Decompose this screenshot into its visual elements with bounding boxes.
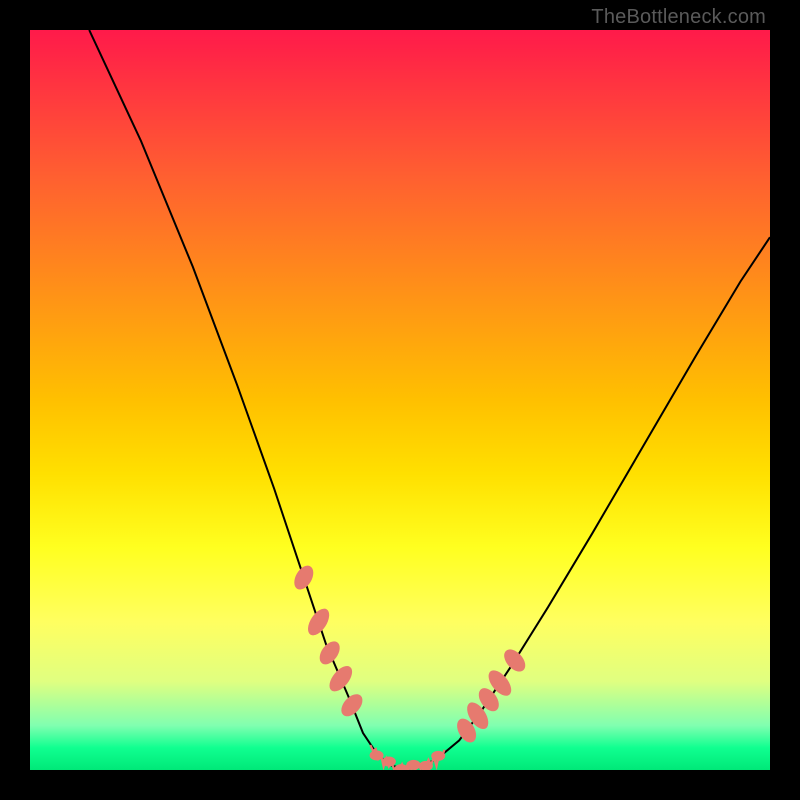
marker-dot <box>407 760 421 770</box>
marker-cluster-right <box>453 645 529 745</box>
marker-dot <box>290 562 317 593</box>
chart-frame <box>30 30 770 770</box>
marker-cluster-left <box>290 562 366 720</box>
marker-dot <box>316 638 344 668</box>
marker-dot <box>325 662 356 695</box>
curve-path <box>89 30 770 768</box>
valley-rough-stroke <box>370 745 446 770</box>
marker-dot <box>382 757 396 767</box>
watermark-text: TheBottleneck.com <box>591 6 766 29</box>
marker-dot <box>370 750 384 760</box>
marker-dot <box>337 690 366 720</box>
chart-svg <box>30 30 770 770</box>
marker-dot <box>304 605 334 639</box>
marker-dot <box>500 645 529 675</box>
marker-dot <box>431 751 445 761</box>
